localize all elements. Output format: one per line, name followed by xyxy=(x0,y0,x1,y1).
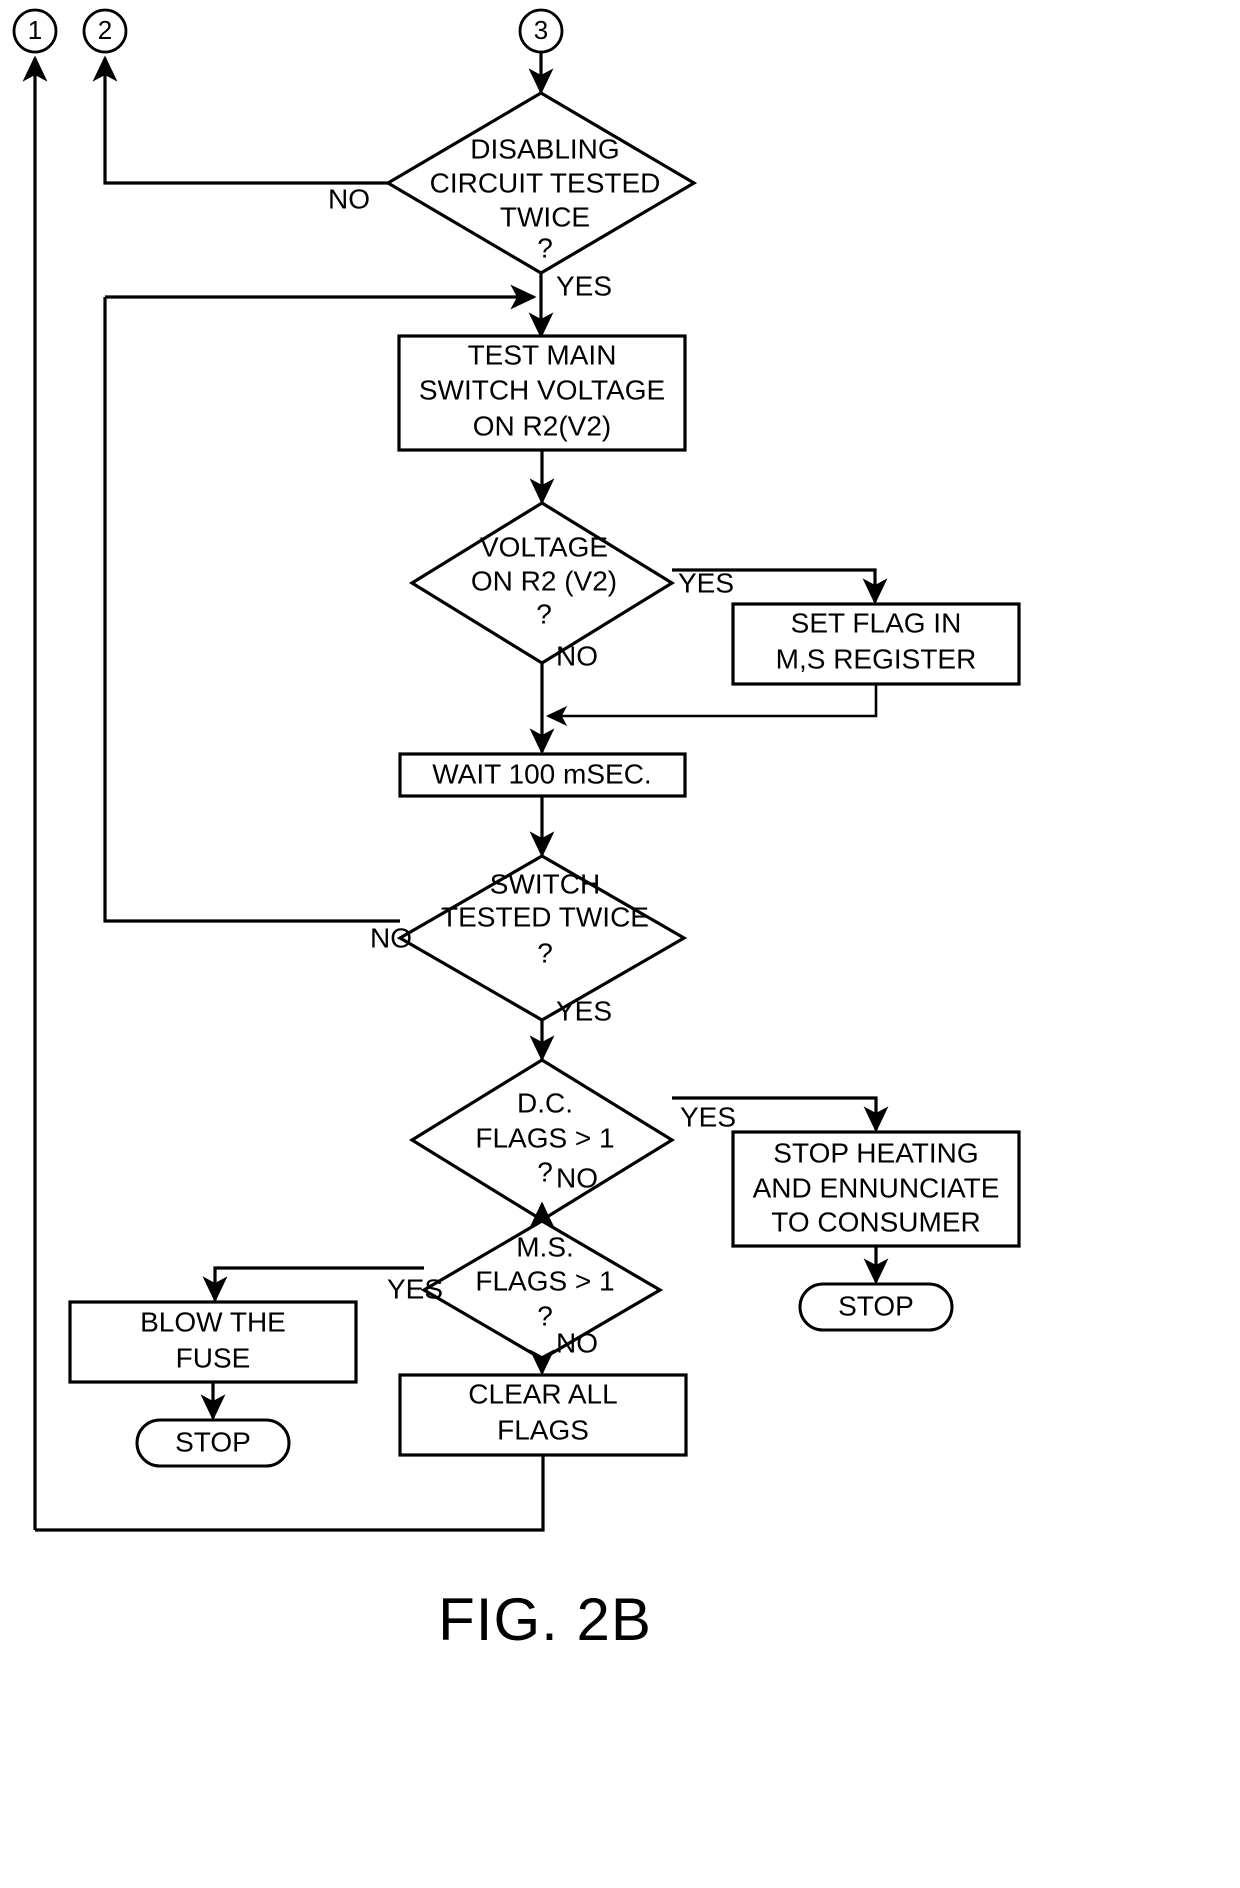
node-label-line3: TO CONSUMER xyxy=(771,1206,981,1237)
node-ms-flags-gt-1: M.S. FLAGS > 1 ? xyxy=(420,1219,664,1361)
node-label-line1: STOP xyxy=(838,1290,914,1321)
node-label-line3: ? xyxy=(537,1300,553,1331)
node-label-line2: TESTED TWICE xyxy=(441,901,649,932)
node-switch-tested-twice: SWITCH TESTED TWICE ? xyxy=(396,854,688,1022)
node-label-line3: ? xyxy=(537,937,553,968)
node-label-line2: FLAGS > 1 xyxy=(475,1265,614,1296)
node-voltage-on-r2: VOLTAGE ON R2 (V2) ? xyxy=(408,501,676,665)
connector-2: 2 xyxy=(82,8,400,185)
node-label-line2: CIRCUIT TESTED xyxy=(430,167,661,198)
node-label-line2: FLAGS > 1 xyxy=(475,1122,614,1153)
node-label-line1: STOP HEATING xyxy=(773,1137,978,1168)
edge-switch-no-loopback xyxy=(103,297,400,923)
edge-label-disabling-no: NO xyxy=(328,183,370,214)
node-clear-all-flags: CLEAR ALL FLAGS xyxy=(398,1373,688,1457)
edge-label-disabling-yes: YES xyxy=(556,270,612,301)
connector-3: 3 xyxy=(518,8,564,95)
node-label-line1: DISABLING xyxy=(470,133,619,164)
edge-label-ms-no: NO xyxy=(556,1327,598,1358)
edge-label-switch-no: NO xyxy=(370,922,412,953)
node-test-main-switch-voltage: TEST MAIN SWITCH VOLTAGE ON R2(V2) xyxy=(397,334,687,452)
node-label-line3: TWICE xyxy=(500,201,590,232)
edge-label-dc-yes: YES xyxy=(680,1101,736,1132)
node-label-line2: FUSE xyxy=(176,1342,251,1373)
connector-1-label: 1 xyxy=(28,15,42,45)
node-label-line1: BLOW THE xyxy=(140,1306,286,1337)
node-label-line2: ON R2 (V2) xyxy=(471,565,617,596)
node-label-line3: ? xyxy=(536,598,552,629)
edge-label-dc-no: NO xyxy=(556,1162,598,1193)
node-label-line1: M.S. xyxy=(516,1231,574,1262)
node-label-line1: TEST MAIN xyxy=(468,339,617,370)
node-set-flag-in-ms-register: SET FLAG IN M,S REGISTER xyxy=(731,602,1021,686)
edge-label-ms-yes: YES xyxy=(387,1273,443,1304)
figure-container: 1 2 3 DISABLING CIRCUIT TESTED TWICE ? N… xyxy=(0,0,1240,1888)
connector-2-label: 2 xyxy=(98,15,112,45)
edge-label-voltage-yes: YES xyxy=(678,567,734,598)
edge-set-flag-merge-to-main xyxy=(545,684,878,727)
node-label-line3: ? xyxy=(537,1156,553,1187)
node-label-line4: ? xyxy=(537,232,553,263)
connector-1: 1 xyxy=(12,8,58,1530)
node-stop-left: STOP xyxy=(135,1418,291,1468)
edge-label-switch-yes: YES xyxy=(556,995,612,1026)
node-label-line1: STOP xyxy=(175,1426,251,1457)
node-label-line1: VOLTAGE xyxy=(480,531,608,562)
node-dc-flags-gt-1: D.C. FLAGS > 1 ? xyxy=(408,1058,676,1222)
node-label-line3: ON R2(V2) xyxy=(473,410,611,441)
edge-clear-flags-to-connector-1 xyxy=(35,1455,545,1532)
node-wait-100-msec: WAIT 100 mSEC. xyxy=(398,752,687,798)
node-label-line2: SWITCH VOLTAGE xyxy=(419,374,665,405)
node-label-line2: FLAGS xyxy=(497,1414,589,1445)
node-stop-right: STOP xyxy=(798,1282,954,1332)
node-label-line1: WAIT 100 mSEC. xyxy=(432,758,651,789)
node-blow-the-fuse: BLOW THE FUSE xyxy=(68,1300,358,1384)
node-stop-heating-and-ennunciate: STOP HEATING AND ENNUNCIATE TO CONSUMER xyxy=(731,1130,1021,1248)
node-label-line1: SWITCH xyxy=(490,868,600,899)
flowchart-diagram: 1 2 3 DISABLING CIRCUIT TESTED TWICE ? N… xyxy=(12,8,1021,1653)
connector-3-label: 3 xyxy=(534,15,548,45)
node-label-line2: AND ENNUNCIATE xyxy=(753,1172,1000,1203)
node-disabling-circuit-tested-twice: DISABLING CIRCUIT TESTED TWICE ? xyxy=(384,91,698,275)
node-label-line1: CLEAR ALL xyxy=(468,1378,617,1409)
node-label-line1: SET FLAG IN xyxy=(791,607,962,638)
node-label-line2: M,S REGISTER xyxy=(776,643,977,674)
figure-caption: FIG. 2B xyxy=(438,1586,652,1653)
edge-label-voltage-no: NO xyxy=(556,640,598,671)
node-label-line1: D.C. xyxy=(517,1087,573,1118)
edge-disabling-no-to-connector-2 xyxy=(92,55,400,185)
